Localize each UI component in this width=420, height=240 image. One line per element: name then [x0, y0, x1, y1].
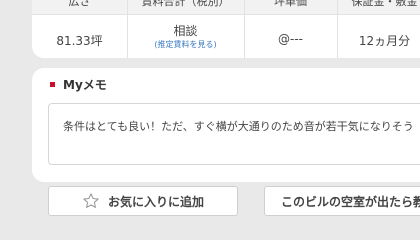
- memo-title: Myメモ: [63, 77, 107, 92]
- header-deposit: 保証金・敷金: [351, 0, 418, 8]
- value-rent-total: 相談: [173, 24, 198, 38]
- vacancy-notify-button[interactable]: このビルの空室が出たら教えて: [264, 186, 420, 216]
- page: 広さ 賃料合計（税別） 坪単価 保証金・敷金 81.33坪 相談 (推定賃料を見…: [0, 0, 420, 240]
- property-summary-card: 広さ 賃料合計（税別） 坪単価 保証金・敷金 81.33坪 相談 (推定賃料を見…: [32, 0, 420, 58]
- value-tsubo-price: @---: [278, 32, 303, 46]
- value-deposit: 12ヵ月分: [358, 34, 411, 48]
- memo-header: Myメモ: [50, 76, 107, 92]
- star-outline-icon: [83, 193, 99, 208]
- value-area: 81.33坪: [56, 34, 103, 48]
- vacancy-notify-label: このビルの空室が出たら教えて: [281, 194, 420, 209]
- header-rent-total: 賃料合計（税別）: [141, 0, 230, 8]
- estimated-rent-link[interactable]: (推定賃料を見る): [127, 40, 244, 50]
- header-area: 広さ: [68, 0, 91, 8]
- add-favorite-button[interactable]: お気に入りに追加: [48, 186, 238, 216]
- memo-textarea[interactable]: 条件はとても良い！ただ、すぐ横が大通りのため音が若干気になりそう: [48, 103, 420, 165]
- value-rent-cell: 相談 (推定賃料を見る): [127, 24, 244, 50]
- section-marker-icon: [50, 81, 55, 87]
- my-memo-card: Myメモ 条件はとても良い！ただ、すぐ横が大通りのため音が若干気になりそう: [32, 68, 420, 182]
- header-tsubo-price: 坪単価: [274, 0, 307, 8]
- add-favorite-label: お気に入りに追加: [107, 194, 204, 209]
